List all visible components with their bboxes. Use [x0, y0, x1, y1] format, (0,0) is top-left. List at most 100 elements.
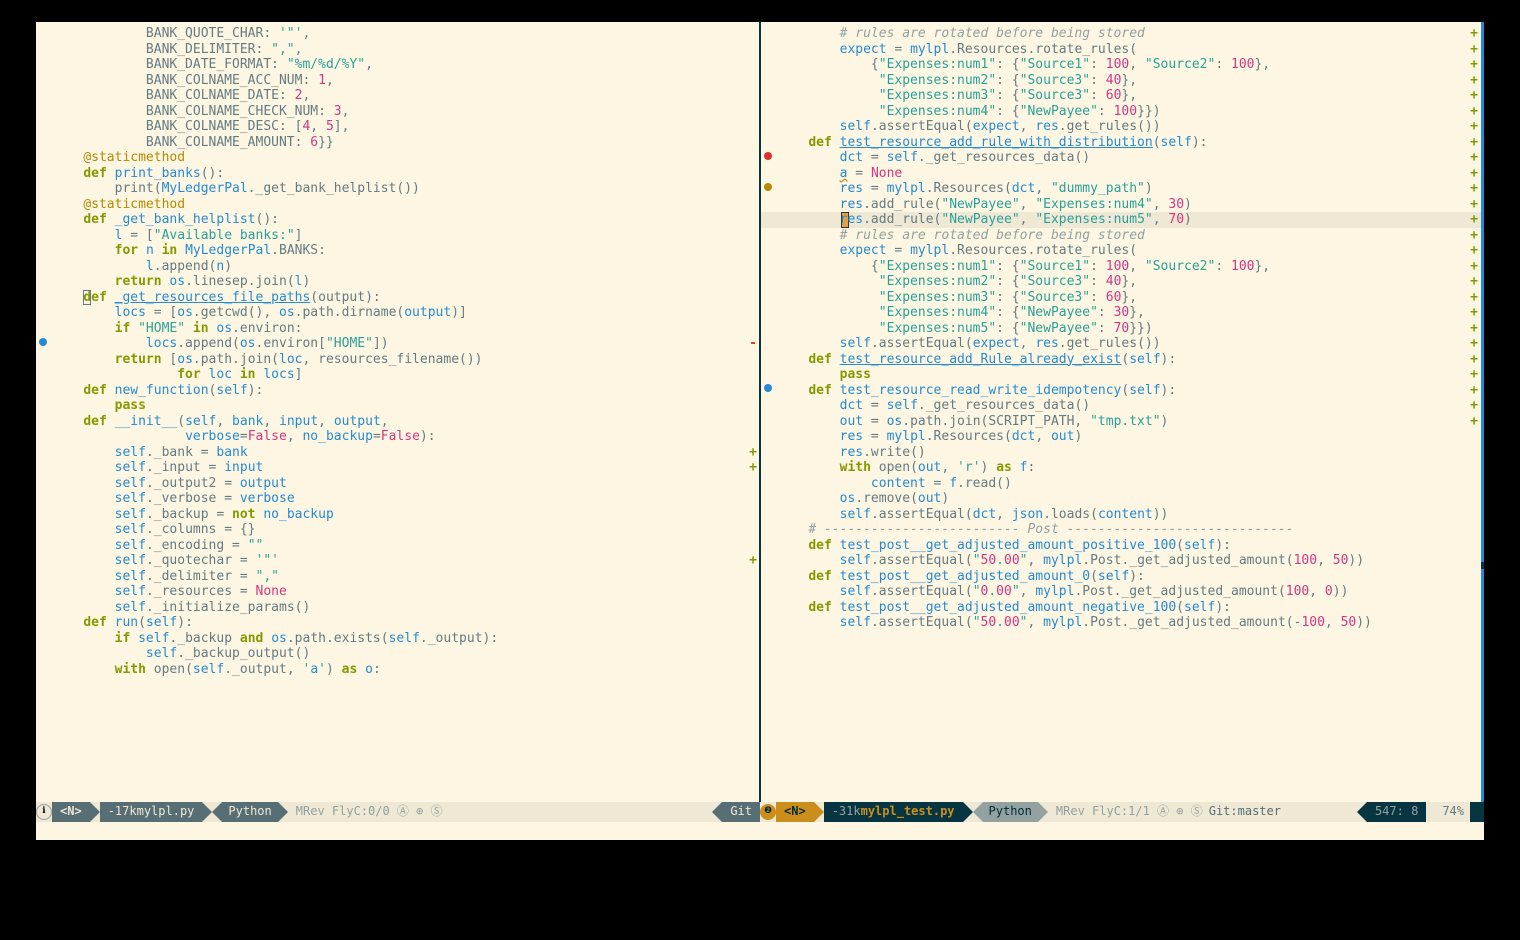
right-pane[interactable]: # rules are rotated before being stored … [761, 22, 1484, 802]
code-line[interactable]: if self._backup and os.path.exists(self.… [52, 631, 747, 647]
code-line[interactable]: locs.append(os.environ["HOME"]) [52, 336, 747, 352]
code-line[interactable]: def test_post__get_adjusted_amount_posit… [777, 538, 1472, 554]
scrollbar-thumb[interactable] [1481, 562, 1484, 569]
code-line[interactable]: def test_resource_add_rule_with_distribu… [777, 135, 1472, 151]
code-line[interactable]: print(MyLedgerPal._get_bank_helplist()) [52, 181, 747, 197]
diff-mark: + [1468, 336, 1480, 352]
code-line[interactable]: l = ["Available banks:"] [52, 228, 747, 244]
code-line[interactable]: self._resources = None [52, 584, 747, 600]
diff-mark [747, 677, 759, 693]
code-line[interactable]: self.assertEqual("50.00", mylpl.Post._ge… [777, 615, 1472, 631]
right-code[interactable]: # rules are rotated before being stored … [777, 22, 1472, 802]
code-line[interactable]: for n in MyLedgerPal.BANKS: [52, 243, 747, 259]
code-line[interactable]: BANK_COLNAME_CHECK_NUM: 3, [52, 104, 747, 120]
code-line[interactable]: {"Expenses:num1": {"Source1": 100, "Sour… [777, 259, 1472, 275]
code-line[interactable]: a = None [777, 166, 1472, 182]
code-line[interactable]: "Expenses:num2": {"Source3": 40}, [777, 73, 1472, 89]
code-line[interactable]: def test_post__get_adjusted_amount_negat… [777, 600, 1472, 616]
code-line[interactable]: res = mylpl.Resources(dct, out) [777, 429, 1472, 445]
code-line[interactable]: "Expenses:num3": {"Source3": 60}, [777, 88, 1472, 104]
code-line[interactable]: self.assertEqual("50.00", mylpl.Post._ge… [777, 553, 1472, 569]
modeline-left[interactable]: ℹ <N> - 17k mylpl.py Python MRev FlyC:0/… [36, 802, 760, 822]
code-line[interactable]: "Expenses:num4": {"NewPayee": 30}, [777, 305, 1472, 321]
code-line[interactable]: return os.linesep.join(l) [52, 274, 747, 290]
code-line[interactable]: BANK_COLNAME_AMOUNT: 6}} [52, 135, 747, 151]
code-line[interactable]: "Expenses:num4": {"NewPayee": 100}}) [777, 104, 1472, 120]
code-line[interactable]: for loc in locs] [52, 367, 747, 383]
diff-mark: + [1468, 150, 1480, 166]
code-line[interactable]: expect = mylpl.Resources.rotate_rules( [777, 243, 1472, 259]
code-line[interactable]: BANK_DELIMITER: ",", [52, 42, 747, 58]
code-line[interactable]: # rules are rotated before being stored [777, 228, 1472, 244]
code-line[interactable]: self.assertEqual(expect, res.get_rules()… [777, 336, 1472, 352]
code-line[interactable]: def run(self): [52, 615, 747, 631]
code-line[interactable]: "Expenses:num3": {"Source3": 60}, [777, 290, 1472, 306]
code-line[interactable]: def new_function(self): [52, 383, 747, 399]
diff-mark: + [1468, 352, 1480, 368]
code-line[interactable]: verbose=False, no_backup=False): [52, 429, 747, 445]
code-line[interactable]: BANK_COLNAME_ACC_NUM: 1, [52, 73, 747, 89]
code-line[interactable]: BANK_COLNAME_DATE: 2, [52, 88, 747, 104]
buffer-id: - 31k mylpl_test.py [824, 802, 963, 822]
left-pane[interactable]: BANK_QUOTE_CHAR: '"', BANK_DELIMITER: ",… [36, 22, 761, 802]
code-line[interactable]: self._output2 = output [52, 476, 747, 492]
code-line[interactable]: @staticmethod [52, 197, 747, 213]
code-line[interactable]: def test_resource_add_Rule_already_exist… [777, 352, 1472, 368]
code-line[interactable]: pass [52, 398, 747, 414]
code-line[interactable]: "Expenses:num5": {"NewPayee": 70}}) [777, 321, 1472, 337]
code-line[interactable]: def print_banks(): [52, 166, 747, 182]
code-line[interactable]: out = os.path.join(SCRIPT_PATH, "tmp.txt… [777, 414, 1472, 430]
code-line[interactable]: res.add_rule("NewPayee", "Expenses:num5"… [777, 212, 1472, 228]
code-line[interactable]: os.remove(out) [777, 491, 1472, 507]
diff-mark [747, 181, 759, 197]
code-line[interactable]: content = f.read() [777, 476, 1472, 492]
code-line[interactable]: self._backup_output() [52, 646, 747, 662]
code-line[interactable]: res.write() [777, 445, 1472, 461]
code-line[interactable]: res = mylpl.Resources(dct, "dummy_path") [777, 181, 1472, 197]
code-line[interactable]: dct = self._get_resources_data() [777, 398, 1472, 414]
code-line[interactable]: self.assertEqual("0.00", mylpl.Post._get… [777, 584, 1472, 600]
code-line[interactable]: expect = mylpl.Resources.rotate_rules( [777, 42, 1472, 58]
code-line[interactable]: self._encoding = "" [52, 538, 747, 554]
code-line[interactable]: self._initialize_params() [52, 600, 747, 616]
code-line[interactable]: def test_resource_read_write_idempotency… [777, 383, 1472, 399]
modeline-right[interactable]: ❷ <N> - 31k mylpl_test.py Python MRev Fl… [760, 802, 1484, 822]
code-line[interactable]: l.append(n) [52, 259, 747, 275]
buffer-id: - 17k mylpl.py [100, 802, 203, 822]
code-line[interactable]: self._bank = bank [52, 445, 747, 461]
code-line[interactable]: self._quotechar = '"' [52, 553, 747, 569]
left-code[interactable]: BANK_QUOTE_CHAR: '"', BANK_DELIMITER: ",… [52, 22, 747, 802]
code-line[interactable]: def _get_resources_file_paths(output): [52, 290, 747, 306]
code-line[interactable]: self._verbose = verbose [52, 491, 747, 507]
code-line[interactable]: {"Expenses:num1": {"Source1": 100, "Sour… [777, 57, 1472, 73]
code-line[interactable]: "Expenses:num2": {"Source3": 40}, [777, 274, 1472, 290]
code-line[interactable]: locs = [os.getcwd(), os.path.dirname(out… [52, 305, 747, 321]
code-line[interactable]: BANK_DATE_FORMAT: "%m/%d/%Y", [52, 57, 747, 73]
code-line[interactable]: res.add_rule("NewPayee", "Expenses:num4"… [777, 197, 1472, 213]
code-line[interactable]: # rules are rotated before being stored [777, 26, 1472, 42]
code-line[interactable]: dct = self._get_resources_data() [777, 150, 1472, 166]
code-line[interactable]: self._backup = not no_backup [52, 507, 747, 523]
code-line[interactable]: self._delimiter = "," [52, 569, 747, 585]
code-line[interactable]: self.assertEqual(expect, res.get_rules()… [777, 119, 1472, 135]
diff-mark [747, 646, 759, 662]
code-line[interactable]: return [os.path.join(loc, resources_file… [52, 352, 747, 368]
code-line[interactable]: self._columns = {} [52, 522, 747, 538]
code-line[interactable]: def test_post__get_adjusted_amount_0(sel… [777, 569, 1472, 585]
code-line[interactable]: # ------------------------- Post -------… [777, 522, 1472, 538]
scrollbar[interactable] [1481, 22, 1484, 802]
emacs-frame: BANK_QUOTE_CHAR: '"', BANK_DELIMITER: ",… [36, 22, 1484, 840]
diff-mark [1468, 491, 1480, 507]
code-line[interactable]: pass [777, 367, 1472, 383]
code-line[interactable]: @staticmethod [52, 150, 747, 166]
code-line[interactable]: def __init__(self, bank, input, output, [52, 414, 747, 430]
code-line[interactable]: self.assertEqual(dct, json.loads(content… [777, 507, 1472, 523]
code-line[interactable]: BANK_COLNAME_DESC: [4, 5], [52, 119, 747, 135]
code-line[interactable]: if "HOME" in os.environ: [52, 321, 747, 337]
code-line[interactable]: def _get_bank_helplist(): [52, 212, 747, 228]
code-line[interactable]: with open(self._output, 'a') as o: [52, 662, 747, 678]
code-line[interactable]: self._input = input [52, 460, 747, 476]
code-line[interactable]: BANK_QUOTE_CHAR: '"', [52, 26, 747, 42]
diff-mark [747, 600, 759, 616]
code-line[interactable]: with open(out, 'r') as f: [777, 460, 1472, 476]
